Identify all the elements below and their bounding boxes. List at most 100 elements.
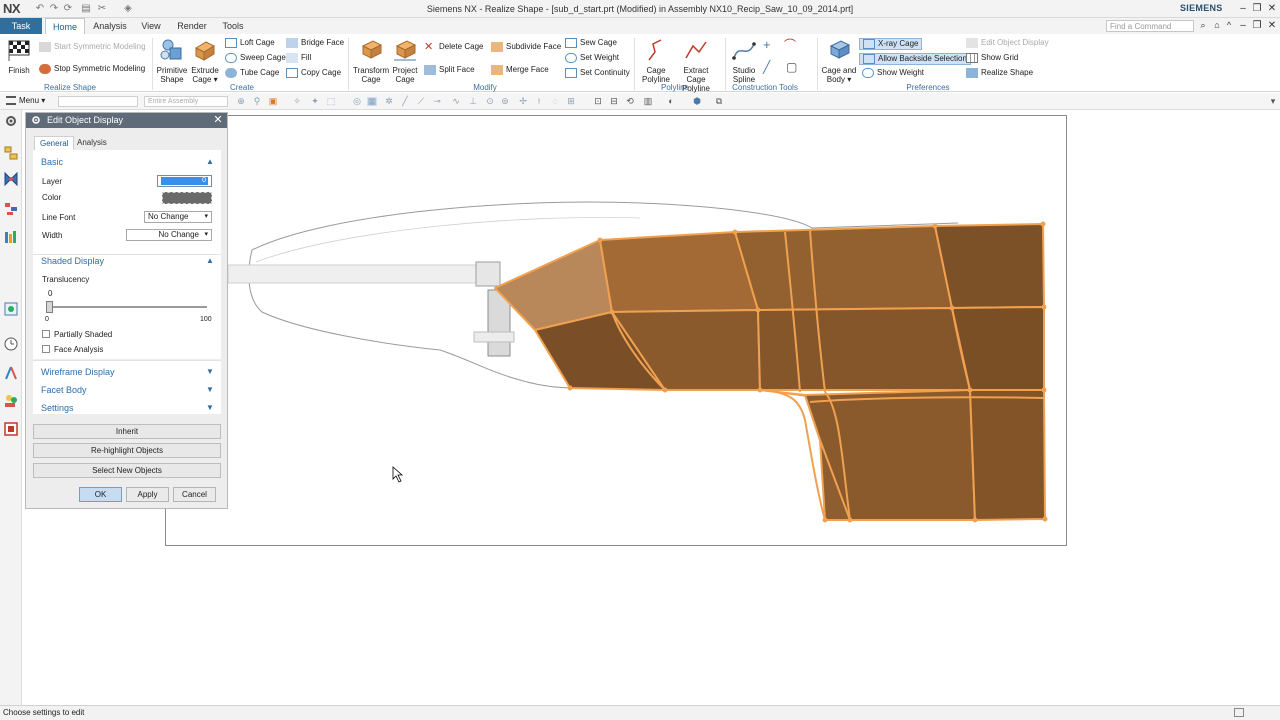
- tangent-snap-icon[interactable]: ⊥: [468, 97, 478, 106]
- settings-gear-icon[interactable]: [4, 114, 18, 128]
- status-panel-icon[interactable]: [1234, 708, 1244, 717]
- wireframe-display-header[interactable]: Wireframe Display: [41, 367, 115, 377]
- plane-icon[interactable]: ▢: [786, 61, 797, 73]
- pick-icon[interactable]: ✦: [310, 97, 320, 106]
- sweep-cage-button[interactable]: Sweep Cage: [225, 53, 286, 63]
- graphics-viewport[interactable]: [165, 115, 1067, 546]
- shade-icon[interactable]: ⬢: [692, 97, 702, 106]
- allow-backside-selection-toggle[interactable]: Allow Backside Selection: [859, 53, 971, 66]
- facet-body-header[interactable]: Facet Body: [41, 385, 87, 395]
- split-face-button[interactable]: Split Face: [424, 65, 475, 75]
- cancel-button[interactable]: Cancel: [173, 487, 216, 502]
- chevron-down-icon[interactable]: ▼: [206, 385, 214, 394]
- start-symmetric-button[interactable]: Start Symmetric Modeling: [39, 42, 146, 52]
- doc-minimize-icon[interactable]: –: [1236, 19, 1250, 32]
- basic-section-header[interactable]: Basic: [41, 157, 63, 167]
- fit-icon[interactable]: ⊡: [593, 97, 603, 106]
- orient-icon[interactable]: ▥: [643, 97, 653, 106]
- point-icon[interactable]: +: [763, 38, 771, 51]
- line-icon[interactable]: ╱: [763, 61, 770, 73]
- collapse-ribbon-icon[interactable]: ^: [1222, 19, 1236, 32]
- end-snap-icon[interactable]: ⟋: [416, 97, 426, 106]
- line-snap-icon[interactable]: ╱: [400, 97, 410, 106]
- chevron-up-icon[interactable]: ▲: [206, 157, 214, 166]
- tab-analysis[interactable]: Analysis: [90, 18, 130, 34]
- tab-general[interactable]: General: [34, 136, 75, 150]
- finish-button[interactable]: Finish: [5, 38, 33, 75]
- shaded-display-header[interactable]: Shaded Display: [41, 256, 104, 266]
- tab-analysis[interactable]: Analysis: [72, 136, 112, 150]
- arc-icon[interactable]: ⌒: [784, 39, 796, 51]
- cage-and-body-button[interactable]: Cage and Body ▾: [821, 38, 857, 84]
- roles-icon[interactable]: [4, 394, 18, 408]
- render-style-icon[interactable]: ◐: [666, 97, 676, 106]
- edit-object-display-button[interactable]: Edit Object Display: [966, 38, 1049, 48]
- type-filter-dropdown[interactable]: [58, 96, 138, 107]
- snap-point-icon[interactable]: ✲: [384, 97, 394, 106]
- rehighlight-objects-button[interactable]: Re-highlight Objects: [33, 443, 221, 458]
- tube-cage-button[interactable]: Tube Cage: [225, 68, 279, 78]
- loft-cage-button[interactable]: Loft Cage: [225, 38, 275, 48]
- stop-symmetric-button[interactable]: Stop Symmetric Modeling: [39, 64, 145, 74]
- command-search-input[interactable]: Find a Command: [1106, 20, 1194, 32]
- color-swatch[interactable]: [162, 192, 212, 204]
- line-font-select[interactable]: No Change ▾: [144, 211, 212, 223]
- inherit-button[interactable]: Inherit: [33, 424, 221, 439]
- toolbar-options-icon[interactable]: ▾: [1268, 97, 1278, 106]
- translucency-slider-track[interactable]: [46, 306, 207, 308]
- circle-center-icon[interactable]: ⊙: [485, 97, 495, 106]
- box-select-icon[interactable]: ⬚: [326, 97, 336, 106]
- transform-cage-button[interactable]: Transform Cage: [353, 38, 389, 84]
- menu-button[interactable]: Menu ▾: [19, 96, 45, 105]
- doc-restore-icon[interactable]: ❐: [1250, 19, 1264, 32]
- extrude-cage-button[interactable]: Extrude Cage ▾: [189, 38, 221, 84]
- set-continuity-button[interactable]: Set Continuity: [565, 68, 630, 78]
- rotate-icon[interactable]: ⟲: [625, 97, 635, 106]
- tab-home[interactable]: Home: [45, 18, 85, 34]
- selection-scope-dropdown[interactable]: Entire Assembly: [144, 96, 228, 107]
- web-browser-icon[interactable]: [4, 302, 18, 316]
- chevron-down-icon[interactable]: ▼: [206, 367, 214, 376]
- xray-cage-toggle[interactable]: X-ray Cage: [859, 38, 923, 51]
- snap-icon[interactable]: ⊕: [236, 97, 246, 106]
- partially-shaded-checkbox[interactable]: [42, 330, 50, 338]
- bridge-face-button[interactable]: Bridge Face: [286, 38, 344, 48]
- zoom-icon[interactable]: ⊟: [609, 97, 619, 106]
- reuse-library-icon[interactable]: [4, 230, 18, 244]
- project-cage-button[interactable]: Project Cage: [389, 38, 421, 84]
- delete-cage-button[interactable]: ✕ Delete Cage: [424, 42, 483, 53]
- layer-input[interactable]: 0: [157, 175, 212, 187]
- sew-cage-button[interactable]: Sew Cage: [565, 38, 617, 48]
- face-snap-icon[interactable]: ⟊: [534, 97, 544, 106]
- layer-icon[interactable]: ⧉: [714, 97, 724, 106]
- show-grid-toggle[interactable]: Show Grid: [966, 53, 1018, 63]
- select-icon[interactable]: ▣: [268, 97, 278, 106]
- realize-shape-pref-button[interactable]: Realize Shape: [966, 68, 1033, 78]
- cage-polyline-button[interactable]: Cage Polyline: [640, 38, 672, 84]
- tab-render[interactable]: Render: [172, 18, 212, 34]
- system-materials-icon[interactable]: [4, 366, 18, 380]
- ok-button[interactable]: OK: [79, 487, 122, 502]
- close-icon[interactable]: ✕: [211, 113, 225, 128]
- constraint-navigator-icon[interactable]: [4, 172, 18, 186]
- shaded-cage-icon[interactable]: ▦: [367, 97, 377, 106]
- primitive-shape-button[interactable]: Primitive Shape: [156, 38, 188, 84]
- fill-button[interactable]: Fill: [286, 53, 311, 63]
- close-icon[interactable]: ✕: [1265, 2, 1279, 15]
- doc-close-icon[interactable]: ✕: [1265, 19, 1279, 32]
- gear-icon[interactable]: [31, 115, 41, 125]
- settings-header[interactable]: Settings: [41, 403, 74, 413]
- part-navigator-icon[interactable]: [4, 202, 18, 216]
- quadrant-icon[interactable]: ⊚: [500, 97, 510, 106]
- face-analysis-checkbox[interactable]: [42, 345, 50, 353]
- palette-icon[interactable]: [4, 422, 18, 436]
- chevron-down-icon[interactable]: ▼: [206, 403, 214, 412]
- copy-cage-button[interactable]: Copy Cage: [286, 68, 341, 78]
- dialog-title[interactable]: Edit Object Display: [26, 113, 227, 128]
- assembly-navigator-icon[interactable]: [4, 146, 18, 160]
- translucency-slider-handle[interactable]: [46, 301, 53, 313]
- tab-tools[interactable]: Tools: [217, 18, 249, 34]
- width-select[interactable]: No Change ▾: [126, 229, 212, 241]
- point-snap-icon[interactable]: ◌: [550, 97, 560, 106]
- tab-view[interactable]: View: [135, 18, 167, 34]
